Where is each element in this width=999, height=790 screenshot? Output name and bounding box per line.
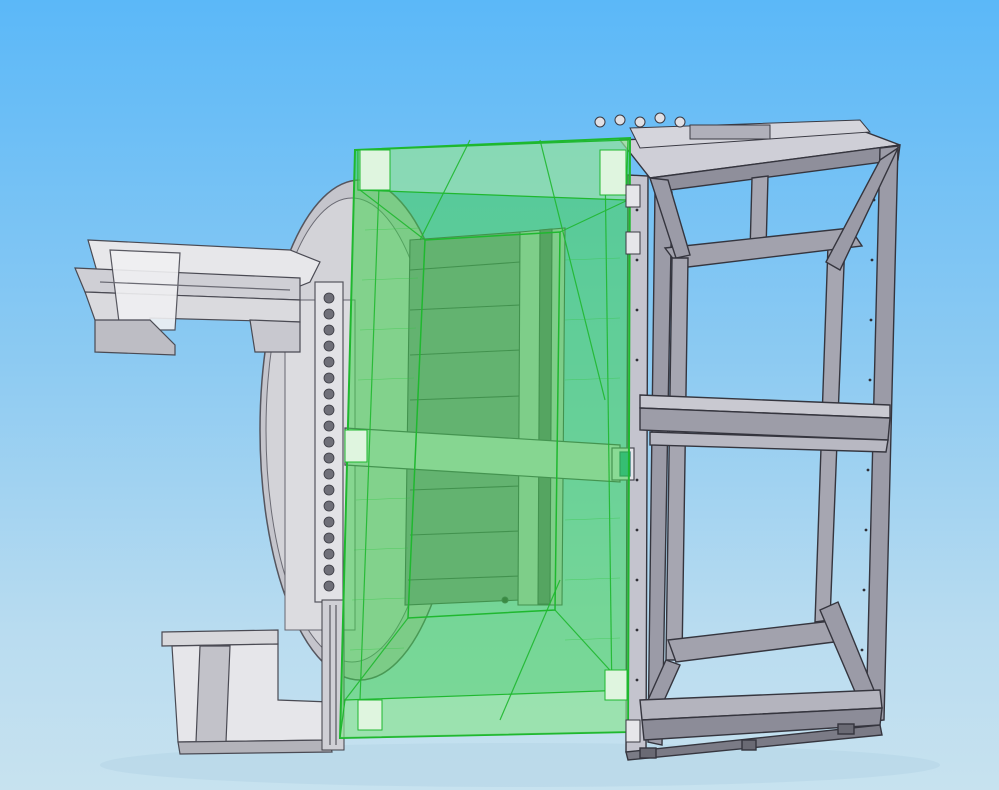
frame-cage[interactable]: [618, 129, 901, 761]
lower-base[interactable]: [161, 629, 333, 755]
door-panel-selected[interactable]: [338, 136, 632, 740]
sensor-column[interactable]: [314, 281, 344, 603]
cad-model-scene[interactable]: [0, 0, 999, 790]
upper-arm[interactable]: [74, 239, 321, 356]
cad-viewport[interactable]: [0, 0, 999, 790]
